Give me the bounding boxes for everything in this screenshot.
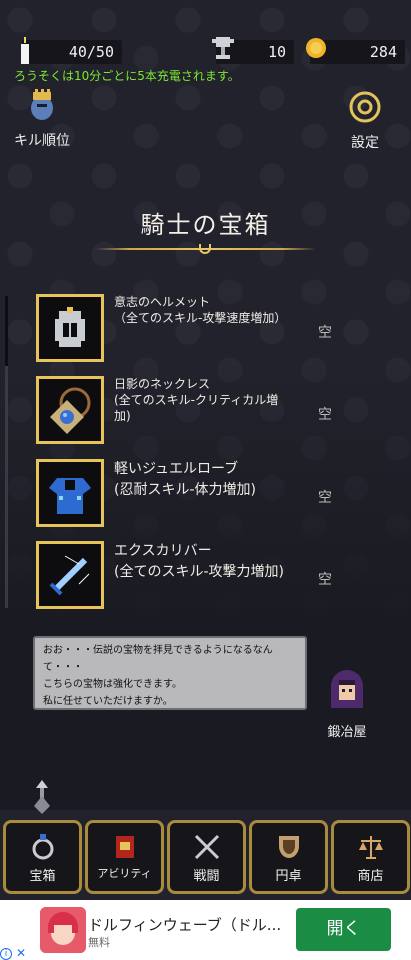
scrollbar-thumb[interactable] — [5, 296, 8, 366]
nav-ability-button[interactable]: アビリティ — [85, 820, 164, 894]
kill-ranking-label: キル順位 — [14, 133, 70, 149]
item-name: エクスカリバー (全てのスキル-攻撃力増加) — [114, 543, 284, 580]
trophy-icon — [210, 35, 236, 69]
item-list-scrollbar[interactable] — [5, 296, 8, 608]
ad-subtitle: 無料 — [88, 936, 110, 949]
dialog-line: おお・・・伝説の宝物を拝見できるようになるなんて・・・ — [43, 645, 273, 673]
crown-helmet-icon — [10, 88, 74, 126]
blacksmith-label: 鍛冶屋 — [327, 725, 367, 740]
ad-close-icon[interactable]: ✕ — [16, 946, 26, 960]
nav-shop-button[interactable]: 商店 — [331, 820, 410, 894]
ad-open-button[interactable]: 開く — [296, 908, 391, 951]
nav-label: 宝箱 — [29, 869, 56, 884]
blacksmith-dialog: おお・・・伝説の宝物を拝見できるようになるなんて・・・ こちらの宝物は強化できま… — [33, 636, 307, 710]
scroll-up-arrow-icon — [32, 780, 52, 820]
candle-recharge-notice: ろうそくは10分ごとに5本充電されます。 — [14, 69, 240, 83]
candle-icon — [16, 35, 34, 69]
nav-battle-button[interactable]: 戦闘 — [167, 820, 246, 894]
kill-ranking-button[interactable]: キル順位 — [10, 88, 74, 150]
settings-button[interactable]: 設定 — [340, 90, 390, 152]
coin-counter: 284 — [306, 38, 405, 64]
item-frame[interactable] — [36, 541, 104, 609]
item-slot-status: 空 — [318, 325, 332, 341]
chest-title: 騎士の宝箱 — [140, 211, 271, 239]
list-item[interactable]: エクスカリバー (全てのスキル-攻撃力増加) 空 — [36, 541, 396, 609]
nav-label: 商店 — [357, 869, 384, 884]
item-frame[interactable] — [36, 459, 104, 527]
nav-round-table-button[interactable]: 円卓 — [249, 820, 328, 894]
item-slot-status: 空 — [318, 490, 332, 506]
item-name: 意志のヘルメット （全てのスキル-攻撃速度増加） — [114, 295, 287, 325]
coin-count: 284 — [369, 43, 397, 61]
blacksmith-button[interactable]: 鍛冶屋 — [322, 668, 372, 740]
ring-icon — [6, 832, 79, 862]
ad-info-icon[interactable]: i — [0, 948, 12, 960]
item-frame[interactable] — [36, 376, 104, 444]
item-name: 軽いジュエルローブ (忍耐スキル-体力増加) — [114, 461, 256, 498]
robe-icon — [39, 478, 101, 528]
trophy-counter: 10 — [212, 37, 294, 64]
ad-banner[interactable]: ドルフィンウェーブ（ドル... 無料 開く i ✕ — [0, 900, 411, 960]
helmet-icon — [39, 307, 101, 363]
settings-label: 設定 — [351, 135, 379, 151]
necklace-icon — [39, 387, 101, 445]
candle-counter: 40/50 — [21, 37, 122, 64]
item-frame[interactable] — [36, 294, 104, 362]
dialog-line: こちらの宝物は強化できます。 — [43, 679, 182, 690]
ad-app-icon[interactable] — [40, 907, 86, 953]
blacksmith-avatar — [322, 668, 372, 716]
status-bar: 40/50 10 284 — [0, 36, 411, 66]
list-item[interactable]: 意志のヘルメット （全てのスキル-攻撃速度増加） 空 — [36, 294, 396, 362]
dialog-line: 私に任せていただけますか。 — [43, 696, 173, 707]
trophy-count: 10 — [267, 43, 286, 61]
candle-count: 40/50 — [68, 43, 114, 61]
coin-icon — [304, 35, 330, 69]
ad-title[interactable]: ドルフィンウェーブ（ドル... — [88, 914, 281, 935]
item-name: 日影のネックレス (全てのスキル-クリティカル増 加) — [114, 377, 279, 423]
nav-label: アビリティ — [97, 867, 152, 880]
nav-label: 戦闘 — [193, 869, 220, 884]
bottom-navigation: 宝箱 アビリティ 戦闘 円卓 商店 — [0, 820, 411, 894]
nav-chest-button[interactable]: 宝箱 — [3, 820, 82, 894]
list-item[interactable]: 日影のネックレス (全てのスキル-クリティカル増 加) 空 — [36, 376, 396, 444]
book-icon — [88, 832, 161, 862]
item-slot-status: 空 — [318, 572, 332, 588]
gear-icon — [340, 90, 390, 128]
shield-icon — [252, 832, 325, 862]
crossed-swords-icon — [170, 832, 243, 862]
sword-icon — [39, 555, 101, 610]
item-slot-status: 空 — [318, 407, 332, 423]
scales-icon — [334, 832, 407, 862]
nav-label: 円卓 — [275, 869, 302, 884]
list-item[interactable]: 軽いジュエルローブ (忍耐スキル-体力増加) 空 — [36, 459, 396, 527]
